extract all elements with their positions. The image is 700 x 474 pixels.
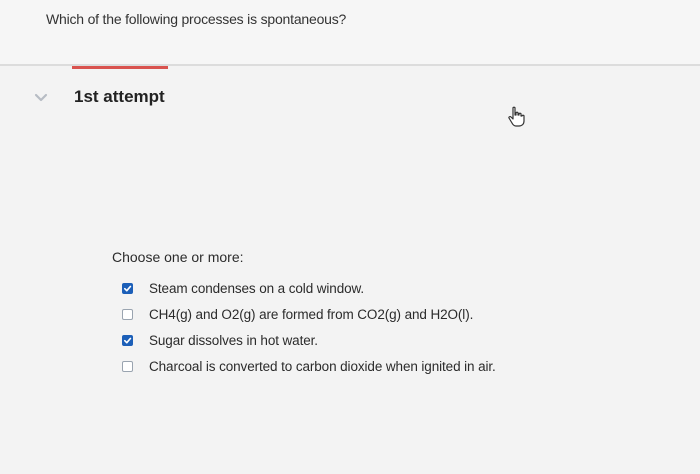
checkbox[interactable]: [122, 282, 133, 294]
checkmark-icon: [123, 337, 132, 343]
checkbox[interactable]: [122, 360, 133, 372]
checkmark-icon: [123, 285, 132, 291]
option-label[interactable]: CH4(g) and O2(g) are formed from CO2(g) …: [149, 307, 473, 322]
option-item[interactable]: Charcoal is converted to carbon dioxide …: [122, 353, 496, 379]
option-label[interactable]: Steam condenses on a cold window.: [149, 281, 364, 296]
option-item[interactable]: Steam condenses on a cold window.: [122, 275, 496, 301]
chevron-down-icon[interactable]: [34, 93, 48, 103]
question-header: Which of the following processes is spon…: [0, 0, 700, 66]
option-label[interactable]: Charcoal is converted to carbon dioxide …: [149, 359, 496, 374]
checkbox[interactable]: [122, 308, 133, 320]
attempt-tab-underline: [72, 66, 168, 69]
hand-pointer-icon: [508, 106, 525, 127]
choose-label: Choose one or more:: [112, 249, 244, 265]
option-item[interactable]: Sugar dissolves in hot water.: [122, 327, 496, 353]
option-item[interactable]: CH4(g) and O2(g) are formed from CO2(g) …: [122, 301, 496, 327]
attempt-label[interactable]: 1st attempt: [74, 87, 165, 107]
option-label[interactable]: Sugar dissolves in hot water.: [149, 333, 318, 348]
checkbox[interactable]: [122, 334, 133, 346]
attempt-header[interactable]: 1st attempt: [0, 78, 700, 118]
options-list: Steam condenses on a cold window. CH4(g)…: [122, 275, 496, 379]
question-text: Which of the following processes is spon…: [46, 11, 347, 27]
